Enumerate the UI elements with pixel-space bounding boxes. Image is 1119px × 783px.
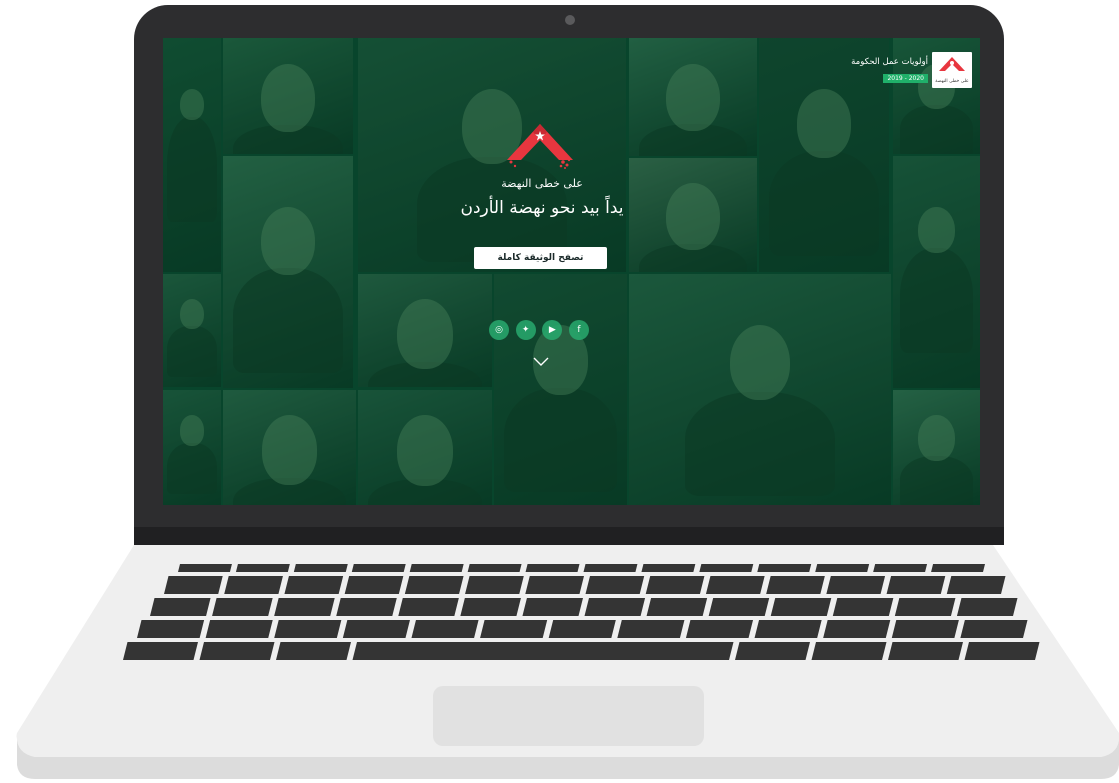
keyboard-key (770, 598, 832, 616)
keyboard-key (583, 564, 638, 572)
brand-years-badge: 2019 - 2020 (883, 74, 928, 83)
keyboard-key (894, 598, 956, 616)
keyboard-key (735, 642, 810, 660)
keyboard-key (815, 564, 870, 572)
keyboard-key (888, 642, 963, 660)
keyboard-key (164, 576, 223, 594)
brand-logo[interactable]: على خطى النهضة (932, 52, 972, 88)
keyboard-key (467, 564, 522, 572)
keyboard-key (411, 620, 479, 638)
keyboard-key (284, 576, 344, 594)
keyboard-key (826, 576, 886, 594)
keyboard-key (480, 620, 548, 638)
keyboard-key (398, 598, 459, 616)
hero-tagline: على خطى النهضة (501, 177, 583, 190)
keyboard-key (548, 620, 616, 638)
twitter-icon[interactable]: ✦ (515, 320, 536, 340)
keyboard-key (409, 564, 464, 572)
keyboard-key (931, 564, 985, 572)
keyboard-key (235, 564, 290, 572)
trackpad (433, 686, 704, 746)
keyboard-key (708, 598, 770, 616)
facebook-icon[interactable]: f (568, 320, 589, 340)
keyboard-key (199, 642, 275, 660)
hero-logo-icon (507, 124, 573, 169)
keyboard-key (344, 576, 404, 594)
brand-logo-caption: على خطى النهضة (935, 79, 969, 84)
keyboard-key (150, 598, 211, 616)
keyboard-key (525, 576, 584, 594)
keyboard-key (404, 576, 464, 594)
brand-block[interactable]: أولويات عمل الحكومة 2019 - 2020 على خطى … (848, 50, 972, 90)
keyboard-key (766, 576, 825, 594)
keyboard-key (699, 564, 754, 572)
keyboard-key (123, 642, 198, 660)
keyboard-key (685, 620, 754, 638)
keyboard-key (754, 620, 822, 638)
keyboard-key (465, 576, 524, 594)
keyboard-key (823, 620, 891, 638)
scroll-down-chevron-icon[interactable] (533, 356, 549, 368)
keyboard-key (351, 564, 406, 572)
keyboard-key (212, 598, 273, 616)
keyboard-key (584, 598, 646, 616)
keyboard-key (274, 620, 342, 638)
browse-document-button[interactable]: تصفح الوثيقة كاملة (474, 247, 607, 269)
keyboard-key (811, 642, 887, 660)
keyboard-key (757, 564, 812, 572)
keyboard-key (960, 620, 1028, 638)
keyboard-key (224, 576, 283, 594)
keyboard-key (276, 642, 351, 660)
keyboard-key (956, 598, 1018, 616)
keyboard-key (617, 620, 685, 638)
keyboard-key (891, 620, 959, 638)
website-screen: أولويات عمل الحكومة 2019 - 2020 على خطى … (163, 38, 980, 505)
laptop-hinge (134, 527, 1004, 545)
keyboard-key (964, 642, 1040, 660)
keyboard-key (336, 598, 397, 616)
keyboard-key (460, 598, 521, 616)
keyboard-key (946, 576, 1006, 594)
camera-icon (565, 15, 575, 25)
keyboard-key (886, 576, 946, 594)
keyboard-key (293, 564, 348, 572)
keyboard-key (352, 642, 734, 660)
keyboard-key (525, 564, 580, 572)
instagram-icon[interactable]: ◎ (489, 320, 509, 340)
brand-logo-icon: على خطى النهضة (935, 57, 969, 84)
keyboard-key (342, 620, 410, 638)
keyboard-key (645, 576, 705, 594)
keyboard-key (646, 598, 708, 616)
hero-headline: يداً بيد نحو نهضة الأردن (460, 198, 624, 218)
social-links: ◎ ✦ ▶ f (489, 320, 589, 340)
mosaic-gutters (163, 38, 980, 505)
keyboard-key (585, 576, 645, 594)
youtube-icon[interactable]: ▶ (542, 320, 563, 340)
keyboard-key (137, 620, 205, 638)
keyboard-key (873, 564, 928, 572)
keyboard-key (205, 620, 273, 638)
keyboard-key (522, 598, 583, 616)
keyboard-key (832, 598, 894, 616)
keyboard-key (274, 598, 335, 616)
brand-title: أولويات عمل الحكومة (851, 57, 928, 67)
keyboard-key (705, 576, 765, 594)
keyboard-key (641, 564, 696, 572)
keyboard-key (178, 564, 232, 572)
